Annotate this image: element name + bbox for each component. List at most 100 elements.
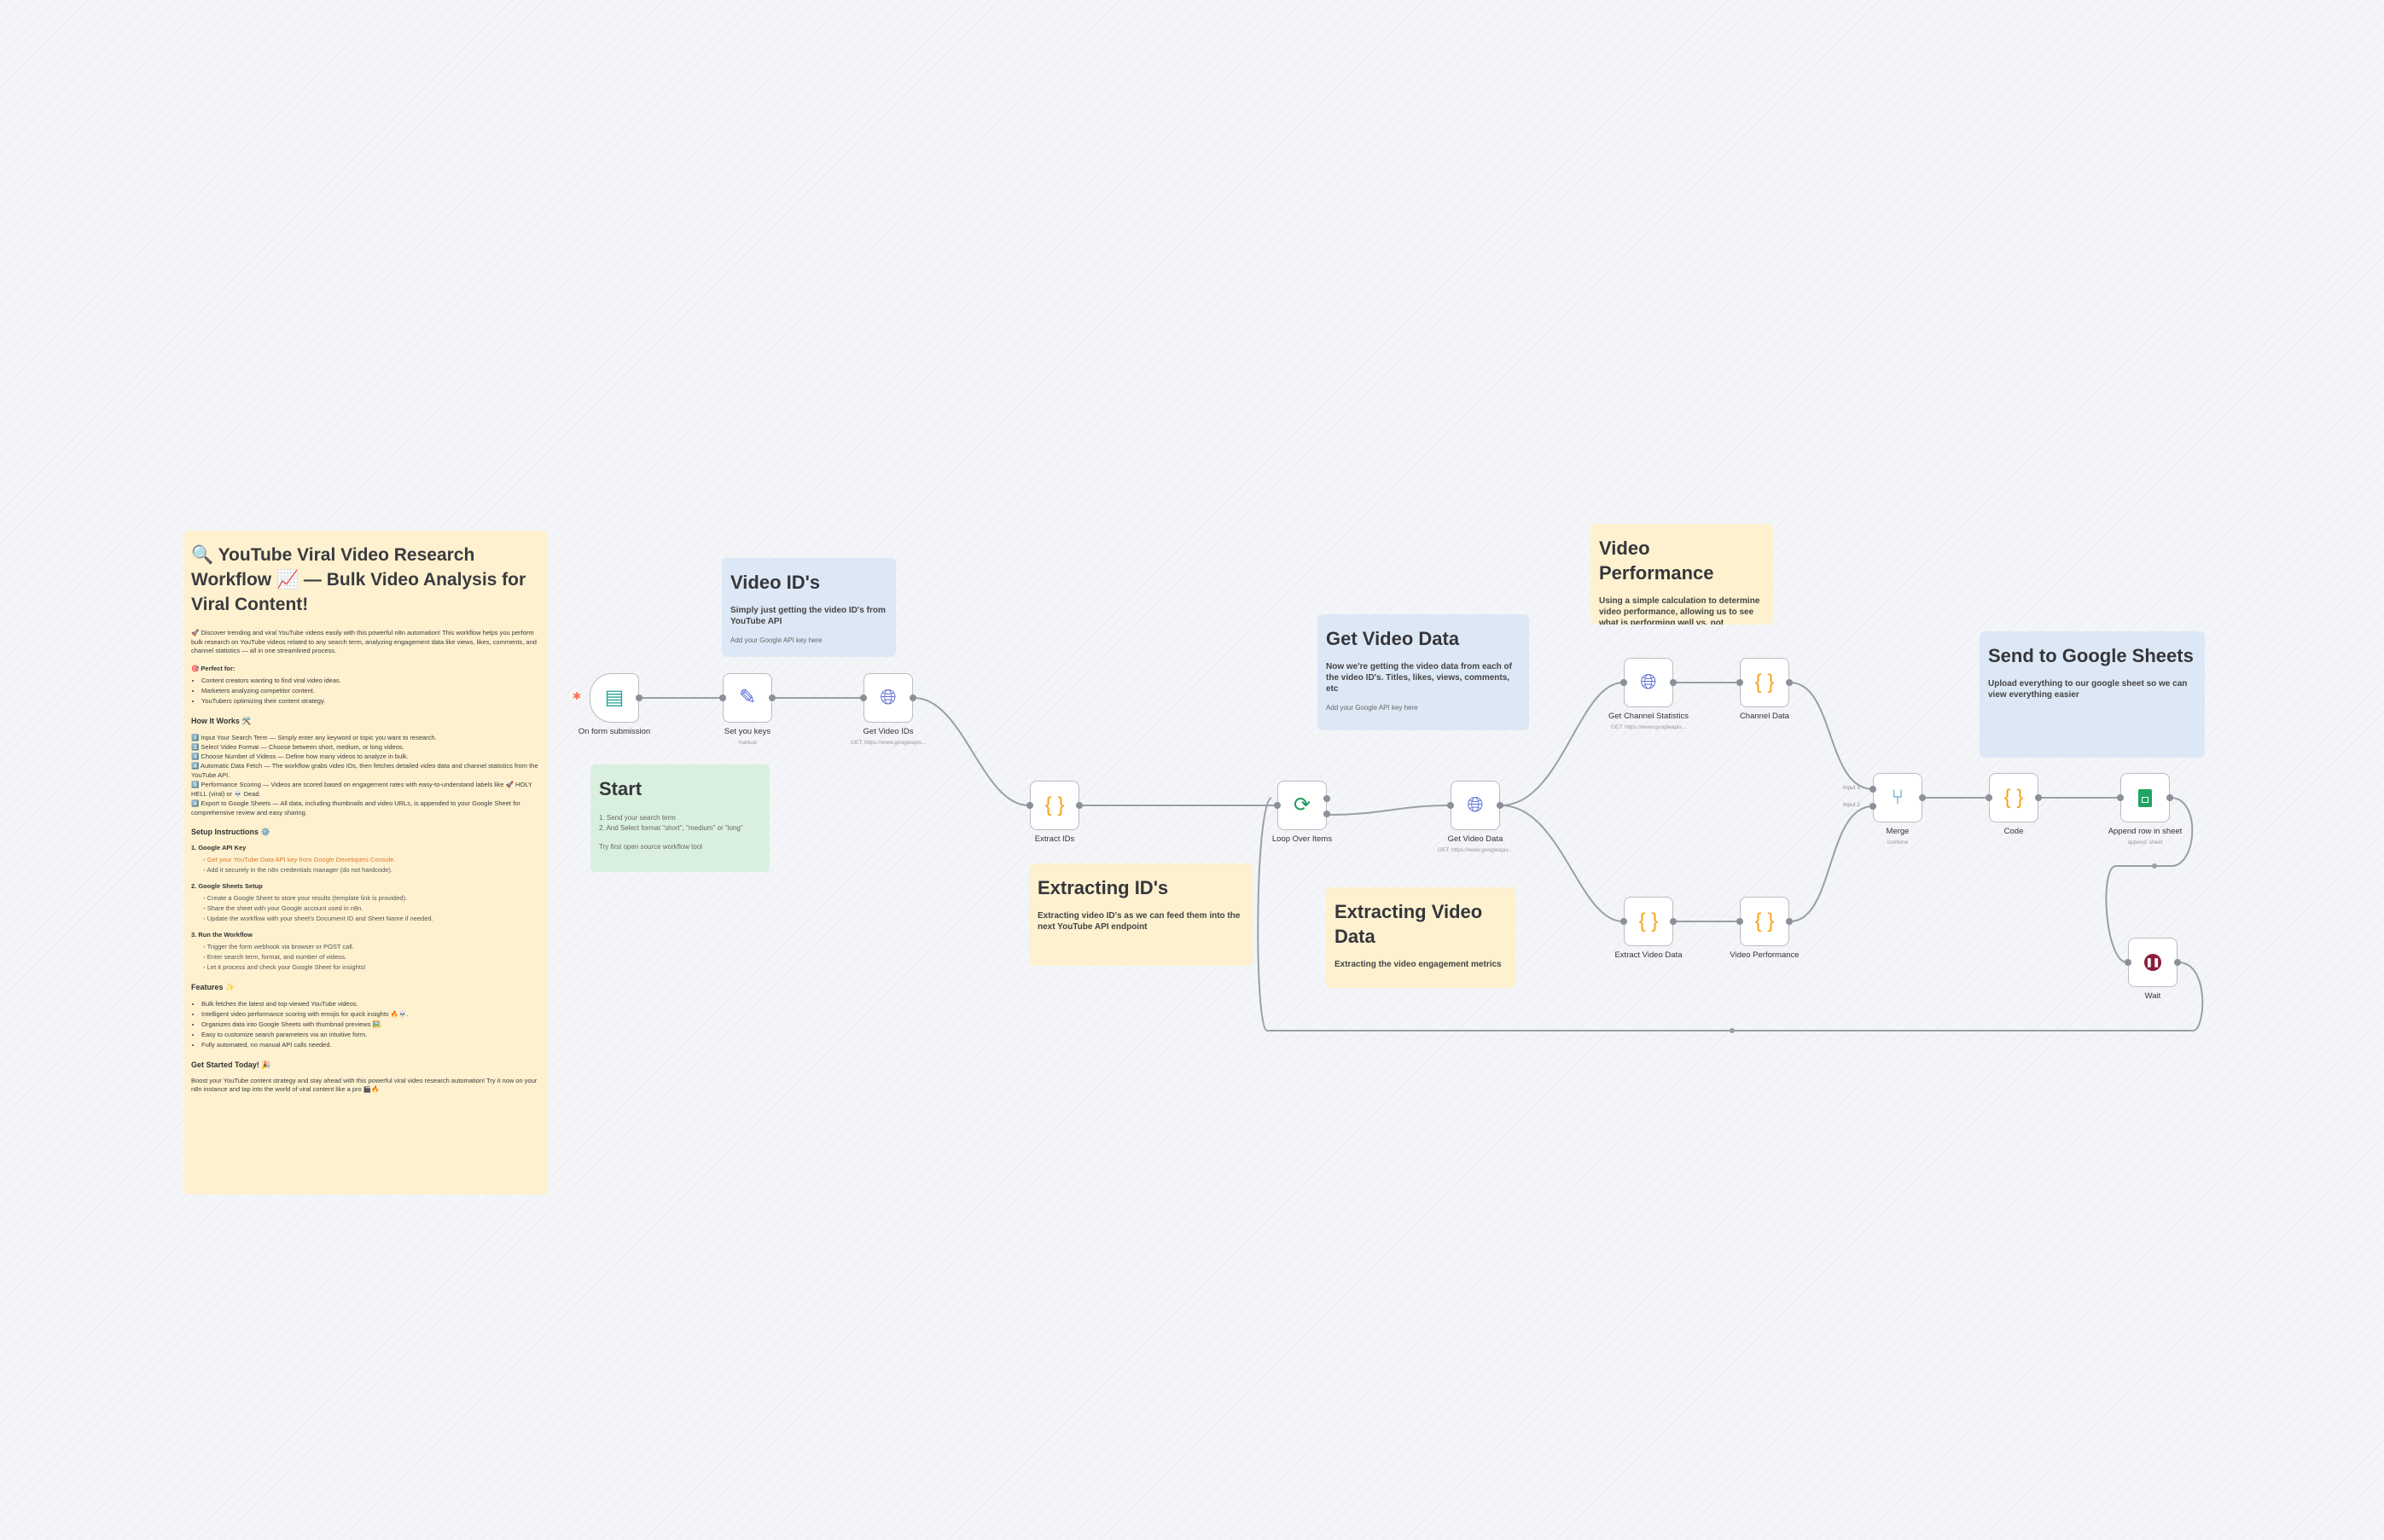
wire-getvideo-extractvideo (1500, 805, 1624, 922)
input-port-1[interactable] (1869, 786, 1876, 793)
globe-icon: 🌐︎ (880, 686, 897, 709)
node-video-performance[interactable]: { } (1736, 897, 1793, 946)
workflow-description-note[interactable]: 🔍 YouTube Viral Video Research Workflow … (184, 531, 548, 1194)
input-port[interactable] (1274, 802, 1281, 809)
node-get-channel-statistics[interactable]: 🌐︎ (1620, 658, 1677, 707)
note-start[interactable]: Start 1. Send your search term 2. And Se… (590, 764, 770, 872)
output-port[interactable] (1919, 794, 1926, 801)
note-title: Video Performance (1599, 538, 1714, 584)
list-item: Intelligent video performance scoring wi… (201, 1009, 541, 1020)
input-port[interactable] (1736, 679, 1743, 686)
input-port[interactable] (1736, 918, 1743, 925)
get-started-heading: Get Started Today! 🎉 (191, 1060, 271, 1069)
node-loop-over-items[interactable]: ⟳ (1274, 781, 1330, 830)
input-port[interactable] (1620, 918, 1627, 925)
note-get-video-data[interactable]: Get Video Data Now we're getting the vid… (1317, 614, 1529, 730)
node-sublabel: GET: https://www.googleapis... (1437, 847, 1514, 853)
wire-channeldata-merge (1789, 682, 1874, 790)
list-item: Marketers analyzing competitor content. (201, 686, 541, 696)
node-wait[interactable]: ❚❚ (2125, 938, 2181, 987)
output-port[interactable] (1670, 679, 1677, 686)
input-port[interactable] (860, 694, 867, 701)
list-item: YouTubers optimizing their content strat… (201, 696, 541, 706)
setup-substep: ◦ Trigger the form webhook via browser o… (203, 942, 354, 950)
output-port[interactable] (636, 694, 643, 701)
setup-step-title: 2. Google Sheets Setup (191, 881, 263, 890)
code-braces-icon: { } (1754, 671, 1775, 694)
form-icon: ▤ (604, 686, 625, 709)
note-title: Start (599, 778, 643, 799)
input-port[interactable] (1447, 802, 1454, 809)
input-port[interactable] (1620, 679, 1627, 686)
list-item: Easy to customize search parameters via … (201, 1030, 541, 1040)
note-extracting-ids[interactable]: Extracting ID's Extracting video ID's as… (1029, 863, 1253, 966)
note-title: Get Video Data (1326, 628, 1460, 649)
list-item: Content creators wanting to find viral v… (201, 676, 541, 686)
note-line: 2. And Select format "short", "medium" o… (599, 824, 743, 832)
get-started-text: Boost your YouTube content strategy and … (191, 1076, 538, 1094)
setup-substep: ◦ Let it process and check your Google S… (203, 962, 366, 971)
output-port[interactable] (1786, 679, 1793, 686)
pause-icon: ❚❚ (2144, 954, 2161, 971)
node-set-you-keys[interactable]: ✎ (719, 673, 776, 723)
note-extracting-video-data[interactable]: Extracting Video Data Extracting the vid… (1326, 887, 1515, 988)
trigger-bolt-icon: ✱ (573, 690, 582, 702)
input-port[interactable] (1026, 802, 1033, 809)
setup-heading: Setup Instructions ⚙️ (191, 827, 270, 836)
setup-substep: ◦ Share the sheet with your Google accou… (203, 904, 363, 912)
merge-icon: ⑂ (1891, 786, 1904, 809)
code-braces-icon: { } (1044, 793, 1065, 816)
how-step: 5️⃣ Performance Scoring — Videos are sco… (191, 780, 532, 798)
output-port[interactable] (1076, 802, 1083, 809)
node-merge[interactable]: ⑂ (1869, 773, 1926, 822)
node-sublabel: GET: https://www.googleapis... (1610, 724, 1687, 730)
note-title: Extracting ID's (1038, 877, 1169, 898)
output-port[interactable] (1497, 802, 1503, 809)
output-port-done[interactable] (1323, 795, 1330, 802)
note-body: Extracting the video engagement metrics (1334, 960, 1502, 969)
google-console-link[interactable]: Get your YouTube Data API key from Googl… (207, 856, 396, 863)
node-get-video-data[interactable]: 🌐︎ (1447, 781, 1503, 830)
node-on-form-submission[interactable]: ▤ (590, 673, 643, 723)
output-port[interactable] (2035, 794, 2042, 801)
note-send-to-google-sheets[interactable]: Send to Google Sheets Upload everything … (1980, 631, 2205, 758)
output-port[interactable] (910, 694, 916, 701)
note-video-performance[interactable]: Video Performance Using a simple calcula… (1590, 524, 1773, 625)
node-extract-video-data[interactable]: { } (1620, 897, 1677, 946)
features-list: Bulk fetches the latest and top-viewed Y… (191, 999, 541, 1050)
output-port[interactable] (1786, 918, 1793, 925)
note-body: Extracting video ID's as we can feed the… (1038, 911, 1241, 932)
node-label: On form submission (578, 727, 651, 736)
node-get-video-ids[interactable]: 🌐︎ (860, 673, 916, 723)
node-channel-data[interactable]: { } (1736, 658, 1793, 707)
input-port[interactable] (2117, 794, 2124, 801)
node-label: Get Video IDs (863, 727, 914, 736)
loop-icon: ⟳ (1293, 793, 1311, 816)
node-label: Get Channel Statistics (1608, 712, 1689, 721)
node-label: Extract Video Data (1614, 950, 1683, 960)
note-body: Using a simple calculation to determine … (1599, 596, 1760, 625)
input-port-2[interactable] (1869, 803, 1876, 810)
node-append-row-in-sheet[interactable] (2117, 773, 2173, 822)
output-port[interactable] (1670, 918, 1677, 925)
input-port[interactable] (1986, 794, 1992, 801)
setup-step-title: 1. Google API Key (191, 843, 247, 851)
output-port-loop[interactable] (1323, 811, 1330, 817)
merge-input-2-label: Input 2 (1843, 802, 1860, 808)
note-body: Simply just getting the video ID's from … (730, 606, 886, 626)
node-code[interactable]: { } (1986, 773, 2042, 822)
input-port[interactable] (2125, 959, 2131, 966)
note-video-ids[interactable]: Video ID's Simply just getting the video… (722, 558, 896, 657)
output-port[interactable] (769, 694, 776, 701)
output-port[interactable] (2174, 959, 2181, 966)
output-port[interactable] (2166, 794, 2173, 801)
how-step: 3️⃣ Choose Number of Videos — Define how… (191, 752, 409, 760)
globe-icon: 🌐︎ (1467, 793, 1484, 816)
workflow-canvas[interactable]: 🔍 YouTube Viral Video Research Workflow … (0, 0, 2384, 1540)
input-port[interactable] (719, 694, 726, 701)
node-label: Wait (2144, 991, 2161, 1001)
node-extract-ids[interactable]: { } (1026, 781, 1083, 830)
node-label: Channel Data (1739, 712, 1790, 721)
wire-performance-merge (1789, 805, 1874, 922)
note-subtext: Add your Google API key here (730, 636, 823, 644)
